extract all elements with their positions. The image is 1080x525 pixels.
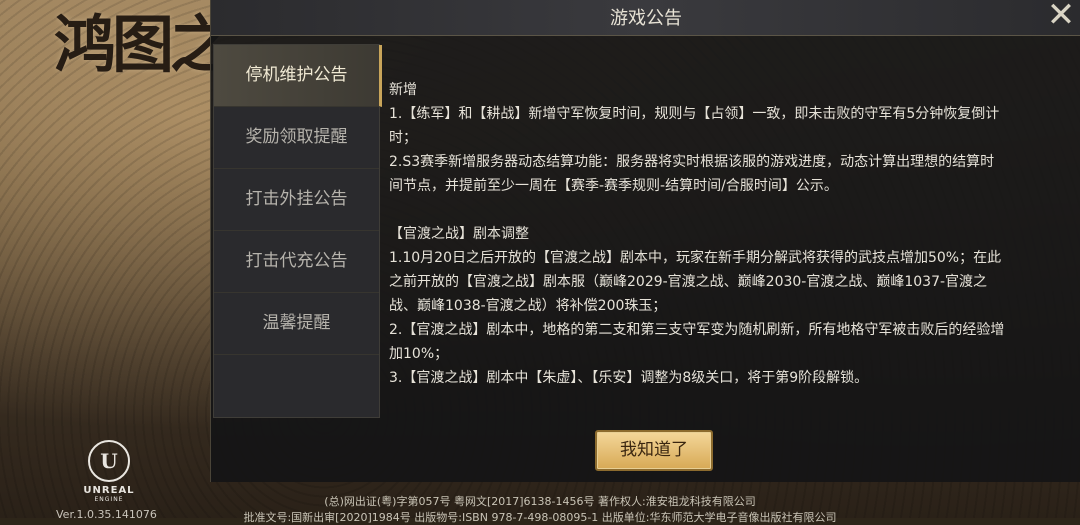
close-x-icon[interactable]: ✕	[1041, 0, 1080, 36]
confirm-button[interactable]: 我知道了	[595, 430, 713, 471]
content-line: 2.【官渡之战】剧本中，地格的第二支和第三支守军变为随机刷新，所有地格守军被击败…	[389, 322, 1005, 338]
announcement-tabs: 停机维护公告 奖励领取提醒 打击外挂公告 打击代充公告 温馨提醒	[213, 44, 382, 418]
content-line: 2.S3赛季新增服务器动态结算功能：服务器将实时根据该服的游戏进度，动态计算出理…	[389, 154, 995, 170]
game-logo: 鸿图之	[54, 8, 232, 81]
announcement-content: 新增 1.【练军】和【耕战】新增守军恢复时间，规则与【占领】一致，即未击败的守军…	[389, 78, 1059, 390]
content-line: 3.【官渡之战】剧本中【朱虚】、【乐安】调整为8级关口，将于第9阶段解锁。	[389, 370, 869, 386]
dialog-header: 游戏公告	[211, 0, 1080, 36]
section-title-guandu: 【官渡之战】剧本调整	[389, 226, 529, 242]
section-title-new: 新增	[389, 82, 417, 98]
content-line: 间节点，并提前至少一周在【赛季-赛季规则-结算时间/合服时间】公示。	[389, 178, 838, 194]
announcement-dialog: 游戏公告 ✕ 停机维护公告 奖励领取提醒 打击外挂公告 打击代充公告 温馨提醒 …	[210, 0, 1080, 482]
content-line: 1.【练军】和【耕战】新增守军恢复时间，规则与【占领】一致，即未击败的守军有5分…	[389, 106, 1000, 122]
tab-maintenance[interactable]: 停机维护公告	[214, 45, 382, 107]
tab-reward-reminder[interactable]: 奖励领取提醒	[214, 107, 379, 169]
content-line: 1.10月20日之后开放的【官渡之战】剧本中，玩家在新手期分解武将获得的武技点增…	[389, 250, 1002, 266]
copyright-line-2: 批准文号:国新出审[2020]1984号 出版物号:ISBN 978-7-498…	[243, 511, 837, 524]
copyright-line-1: (总)网出证(粤)字第057号 粤网文[2017]6138-1456号 著作权人…	[324, 495, 756, 508]
content-line: 之前开放的【官渡之战】剧本服（巅峰2029-官渡之战、巅峰2030-官渡之战、巅…	[389, 274, 988, 290]
content-line: 加10%；	[389, 346, 449, 362]
content-line: 时；	[389, 130, 417, 146]
content-line: 战、巅峰1038-官渡之战）将补偿200珠玉；	[389, 298, 667, 314]
dialog-title: 游戏公告	[610, 8, 682, 29]
version-label: Ver.1.0.35.141076	[56, 508, 157, 521]
unreal-u-icon: U	[88, 440, 130, 482]
tab-warm-reminder[interactable]: 温馨提醒	[214, 293, 379, 355]
tab-anti-proxy-recharge[interactable]: 打击代充公告	[214, 231, 379, 293]
tab-anti-cheat[interactable]: 打击外挂公告	[214, 169, 379, 231]
